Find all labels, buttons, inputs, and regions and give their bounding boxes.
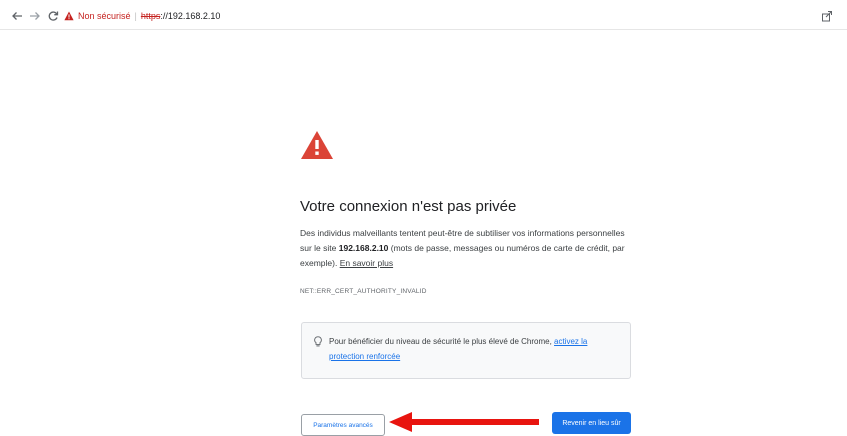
description-host: 192.168.2.10 (338, 243, 389, 253)
share-icon[interactable] (821, 9, 833, 27)
back-to-safety-button[interactable]: Revenir en lieu sûr (552, 412, 631, 434)
page-title: Votre connexion n'est pas privée (300, 198, 517, 215)
warning-triangle-icon (301, 131, 333, 159)
description-text: Des individus malveillants tentent peut-… (300, 226, 636, 271)
info-text: Pour bénéficier du niveau de sécurité le… (329, 337, 555, 346)
enhanced-protection-text: Pour bénéficier du niveau de sécurité le… (329, 334, 619, 364)
advanced-button[interactable]: Paramètres avancés (301, 414, 385, 436)
enhanced-protection-box: Pour bénéficier du niveau de sécurité le… (301, 322, 631, 379)
warning-triangle-icon (64, 11, 74, 21)
back-arrow-icon[interactable] (9, 8, 25, 24)
error-code: NET::ERR_CERT_AUTHORITY_INVALID (300, 288, 427, 295)
not-secure-label: Non sécurisé (78, 11, 131, 21)
learn-more-link[interactable]: En savoir plus (340, 258, 393, 268)
lightbulb-icon (314, 336, 322, 347)
address-bar[interactable]: Non sécurisé | https://192.168.2.10 (64, 7, 220, 25)
browser-toolbar: Non sécurisé | https://192.168.2.10 (0, 0, 847, 30)
red-arrow-annotation (389, 412, 539, 432)
reload-icon[interactable] (45, 8, 61, 24)
forward-arrow-icon[interactable] (27, 8, 43, 24)
omnibox-separator: | (134, 11, 137, 21)
url-host: ://192.168.2.10 (160, 11, 221, 21)
url-scheme: https (140, 11, 161, 21)
